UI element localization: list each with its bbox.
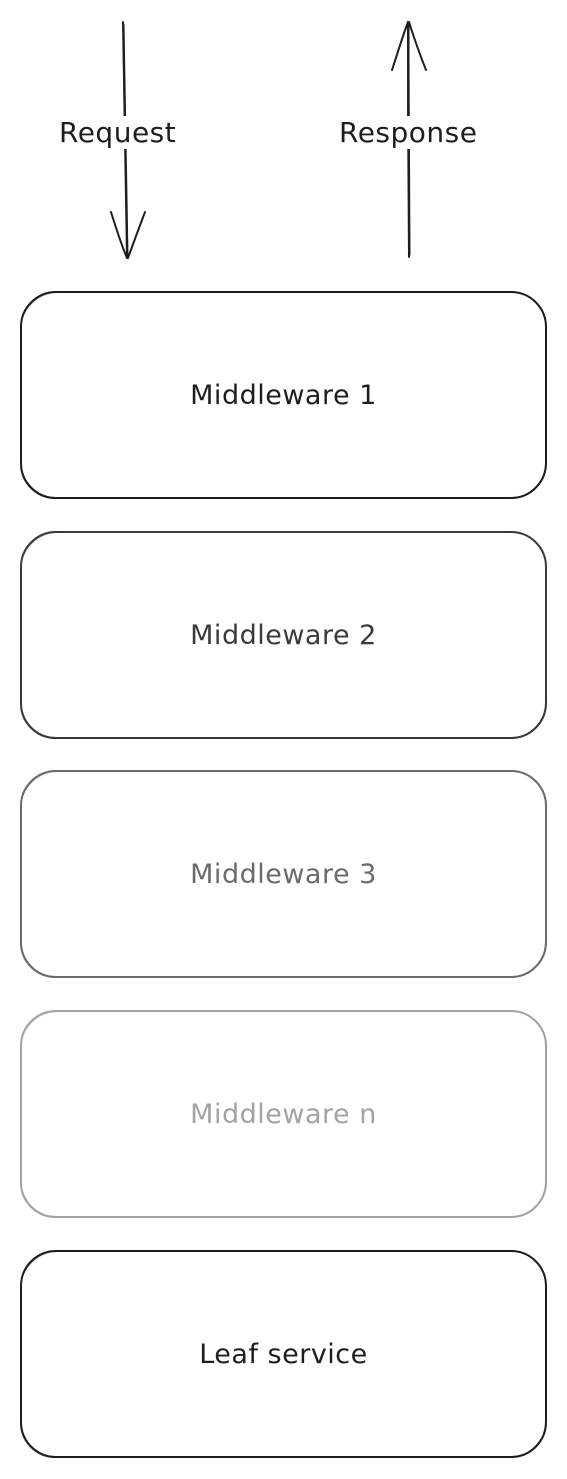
leaf-service-label: Leaf service xyxy=(199,1338,368,1370)
middleware-1-label: Middleware 1 xyxy=(190,379,377,411)
middleware-2-label: Middleware 2 xyxy=(190,619,377,651)
middleware-3-label: Middleware 3 xyxy=(190,858,377,890)
response-label: Response xyxy=(337,116,480,149)
leaf-service-box: Leaf service xyxy=(20,1250,547,1458)
middleware-2-box: Middleware 2 xyxy=(20,531,547,739)
middleware-1-box: Middleware 1 xyxy=(20,291,547,499)
request-label: Request xyxy=(57,116,179,149)
middleware-n-label: Middleware n xyxy=(190,1098,377,1130)
middleware-3-box: Middleware 3 xyxy=(20,770,547,978)
middleware-n-box: Middleware n xyxy=(20,1010,547,1218)
